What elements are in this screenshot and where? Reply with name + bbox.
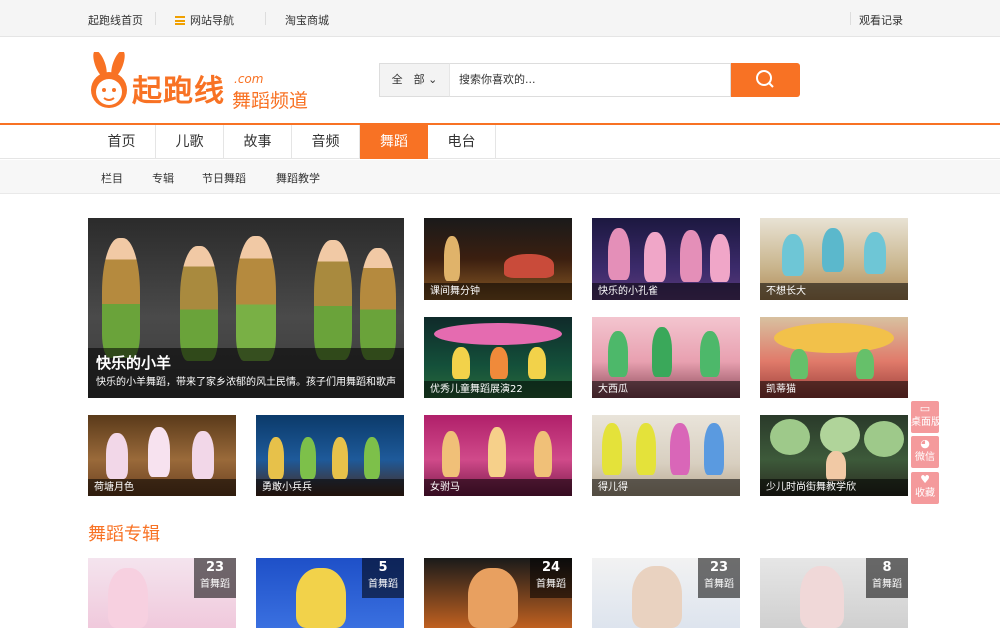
nav-audio[interactable]: 音频 [292, 125, 360, 159]
heart-icon: ♥ [920, 473, 930, 486]
subnav-columns[interactable]: 栏目 [101, 170, 123, 186]
video-title: 女驸马 [424, 479, 572, 496]
menu-icon [175, 16, 185, 25]
featured-desc: 快乐的小羊舞蹈，带来了家乡浓郁的风土民情。孩子们用舞蹈和歌声 [96, 377, 396, 388]
nav-stories[interactable]: 故事 [224, 125, 292, 159]
divider [850, 12, 851, 25]
album-count-badge: 8 首舞蹈 [866, 558, 908, 598]
wechat-icon: ◕ [920, 437, 930, 450]
history-link[interactable]: 观看记录 [859, 12, 903, 28]
video-tile[interactable]: 课间舞分钟 [424, 218, 572, 300]
top-bar: 起跑线首页 网站导航 淘宝商城 观看记录 [0, 0, 1000, 37]
desktop-version-button[interactable]: ▭ 桌面版 [911, 401, 939, 433]
video-title: 课间舞分钟 [424, 283, 572, 300]
album-count-badge: 24 首舞蹈 [530, 558, 572, 598]
monitor-icon: ▭ [919, 402, 931, 415]
divider [155, 12, 156, 25]
wechat-button[interactable]: ◕ 微信 [911, 436, 939, 468]
featured-caption: 快乐的小羊 快乐的小羊舞蹈，带来了家乡浓郁的风土民情。孩子们用舞蹈和歌声 [88, 348, 404, 398]
brand-name: 起跑线 [132, 74, 225, 109]
nav-songs[interactable]: 儿歌 [156, 125, 224, 159]
video-title: 不想长大 [760, 283, 908, 300]
search-scope-select[interactable]: 全 部 ⌄ [379, 63, 449, 97]
nav-home[interactable]: 首页 [88, 125, 156, 159]
album-count-badge: 23 首舞蹈 [698, 558, 740, 598]
video-tile[interactable]: 勇敢小兵兵 [256, 415, 404, 496]
subnav-albums[interactable]: 专辑 [152, 170, 174, 186]
video-tile[interactable]: 凯蒂猫 [760, 317, 908, 398]
subnav-festival[interactable]: 节日舞蹈 [202, 170, 246, 186]
site-nav-link[interactable]: 网站导航 [175, 12, 234, 28]
video-title: 大西瓜 [592, 381, 740, 398]
album-card[interactable]: 5 首舞蹈 [256, 558, 404, 628]
brand-com: .com [234, 72, 264, 86]
taobao-link[interactable]: 淘宝商城 [285, 12, 329, 28]
search-icon [756, 70, 774, 88]
video-title: 凯蒂猫 [760, 381, 908, 398]
home-link[interactable]: 起跑线首页 [88, 12, 143, 28]
search-bar: 全 部 ⌄ 搜索你喜欢的... [379, 63, 800, 97]
video-tile[interactable]: 少儿时尚街舞教学欣 [760, 415, 908, 496]
featured-title: 快乐的小羊 [96, 354, 172, 372]
search-scope-label: 全 部 [391, 73, 425, 86]
subnav-teaching[interactable]: 舞蹈教学 [276, 170, 320, 186]
channel-name: 舞蹈频道 [232, 90, 309, 112]
video-title: 少儿时尚街舞教学欣 [760, 479, 908, 496]
album-card[interactable]: 24 首舞蹈 [424, 558, 572, 628]
video-tile[interactable]: 女驸马 [424, 415, 572, 496]
video-tile[interactable]: 荷塘月色 [88, 415, 236, 496]
search-input[interactable]: 搜索你喜欢的... [449, 63, 731, 97]
album-count-badge: 23 首舞蹈 [194, 558, 236, 598]
video-tile[interactable]: 不想长大 [760, 218, 908, 300]
main-nav: 首页 儿歌 故事 音频 舞蹈 电台 [0, 123, 1000, 159]
video-title: 勇敢小兵兵 [256, 479, 404, 496]
album-card[interactable]: 23 首舞蹈 [592, 558, 740, 628]
video-title: 得儿得 [592, 479, 740, 496]
album-card[interactable]: 23 首舞蹈 [88, 558, 236, 628]
search-button[interactable] [731, 63, 800, 97]
featured-video[interactable]: 快乐的小羊 快乐的小羊舞蹈，带来了家乡浓郁的风土民情。孩子们用舞蹈和歌声 [88, 218, 404, 398]
favorite-button[interactable]: ♥ 收藏 [911, 472, 939, 504]
site-nav-label: 网站导航 [190, 14, 234, 27]
video-title: 荷塘月色 [88, 479, 236, 496]
video-title: 快乐的小孔雀 [592, 283, 740, 300]
video-tile[interactable]: 得儿得 [592, 415, 740, 496]
divider [265, 12, 266, 25]
video-title: 优秀儿童舞蹈展演22 [424, 381, 572, 398]
video-tile[interactable]: 大西瓜 [592, 317, 740, 398]
sub-nav: 栏目 专辑 节日舞蹈 舞蹈教学 [0, 160, 1000, 194]
album-card[interactable]: 8 首舞蹈 [760, 558, 908, 628]
video-tile[interactable]: 优秀儿童舞蹈展演22 [424, 317, 572, 398]
logo[interactable]: 起跑线 .com 舞蹈频道 [88, 50, 328, 114]
nav-radio[interactable]: 电台 [428, 125, 496, 159]
section-title: 舞蹈专辑 [88, 524, 160, 545]
nav-dance[interactable]: 舞蹈 [360, 125, 428, 159]
album-count-badge: 5 首舞蹈 [362, 558, 404, 598]
chevron-down-icon: ⌄ [428, 73, 438, 86]
video-tile[interactable]: 快乐的小孔雀 [592, 218, 740, 300]
